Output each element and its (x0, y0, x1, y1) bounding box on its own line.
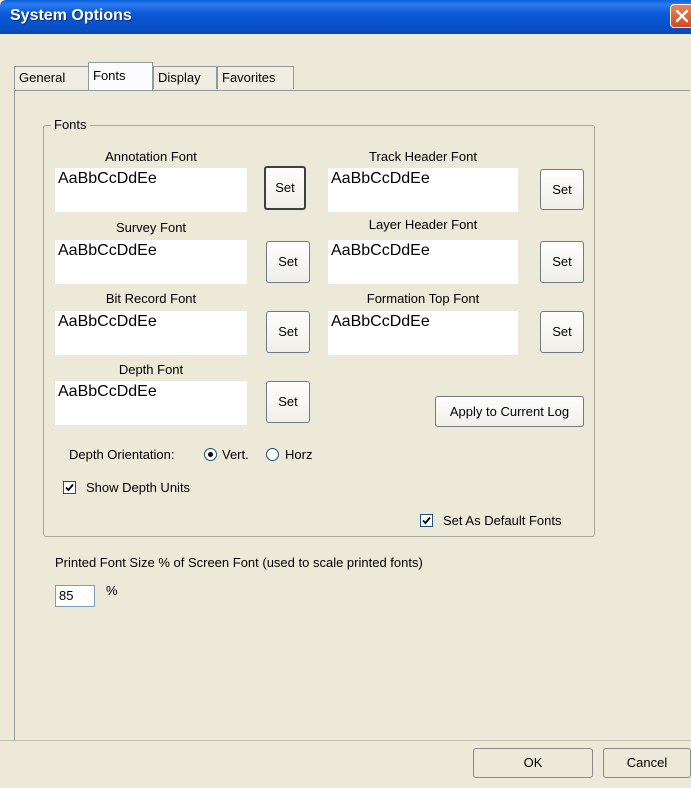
bit-record-font-sample: AaBbCcDdEe (55, 311, 247, 355)
annotation-font-sample: AaBbCcDdEe (55, 168, 247, 212)
annotation-font-label: Annotation Font (105, 149, 197, 164)
set-as-default-fonts-checkbox[interactable] (420, 514, 433, 527)
depth-font-label: Depth Font (118, 362, 184, 377)
tab-general[interactable]: General (14, 66, 90, 89)
depth-orientation-label: Depth Orientation: (69, 447, 175, 462)
layer-header-font-set-button[interactable]: Set (540, 241, 584, 283)
formation-top-font-sample: AaBbCcDdEe (328, 311, 518, 355)
bit-record-font-set-button[interactable]: Set (266, 311, 310, 353)
cancel-button[interactable]: Cancel (603, 748, 691, 778)
layer-header-font-label: Layer Header Font (368, 217, 478, 232)
fonts-group-legend: Fonts (51, 117, 90, 132)
checkmark-icon (65, 483, 74, 492)
printed-font-size-input[interactable]: 85 (55, 585, 95, 607)
survey-font-label: Survey Font (115, 220, 187, 235)
printed-font-size-label: Printed Font Size % of Screen Font (used… (55, 555, 423, 570)
set-as-default-fonts-label: Set As Default Fonts (443, 513, 562, 528)
close-button[interactable] (670, 4, 691, 28)
printed-font-size-unit: % (106, 583, 118, 598)
depth-orientation-horz-radio[interactable] (266, 448, 279, 461)
track-header-font-sample: AaBbCcDdEe (328, 168, 518, 212)
layer-header-font-sample: AaBbCcDdEe (328, 240, 518, 284)
ok-button[interactable]: OK (473, 748, 593, 778)
track-header-font-set-button[interactable]: Set (540, 169, 584, 210)
apply-to-current-log-button[interactable]: Apply to Current Log (435, 396, 584, 427)
system-options-dialog: System Options General Fonts Display Fav… (0, 0, 691, 788)
show-depth-units-checkbox[interactable] (63, 481, 76, 494)
formation-top-font-set-button[interactable]: Set (540, 311, 584, 353)
formation-top-font-label: Formation Top Font (366, 291, 480, 306)
depth-orientation-horz-label: Horz (285, 447, 313, 462)
bit-record-font-label: Bit Record Font (105, 291, 197, 306)
checkmark-icon (422, 516, 431, 525)
window-title: System Options (10, 7, 132, 24)
close-icon (675, 9, 689, 23)
depth-font-sample: AaBbCcDdEe (55, 381, 247, 425)
depth-orientation-vert-radio[interactable] (204, 448, 217, 461)
tab-fonts[interactable]: Fonts (88, 62, 153, 90)
annotation-font-set-button[interactable]: Set (264, 166, 306, 210)
survey-font-sample: AaBbCcDdEe (55, 240, 247, 284)
show-depth-units-label: Show Depth Units (86, 480, 191, 495)
depth-orientation-vert-label: Vert. (222, 447, 249, 462)
title-bar[interactable]: System Options (0, 0, 691, 34)
tab-display[interactable]: Display (153, 66, 217, 89)
survey-font-set-button[interactable]: Set (266, 241, 310, 283)
depth-font-set-button[interactable]: Set (266, 381, 310, 423)
track-header-font-label: Track Header Font (369, 149, 477, 164)
tab-favorites[interactable]: Favorites (217, 66, 294, 89)
